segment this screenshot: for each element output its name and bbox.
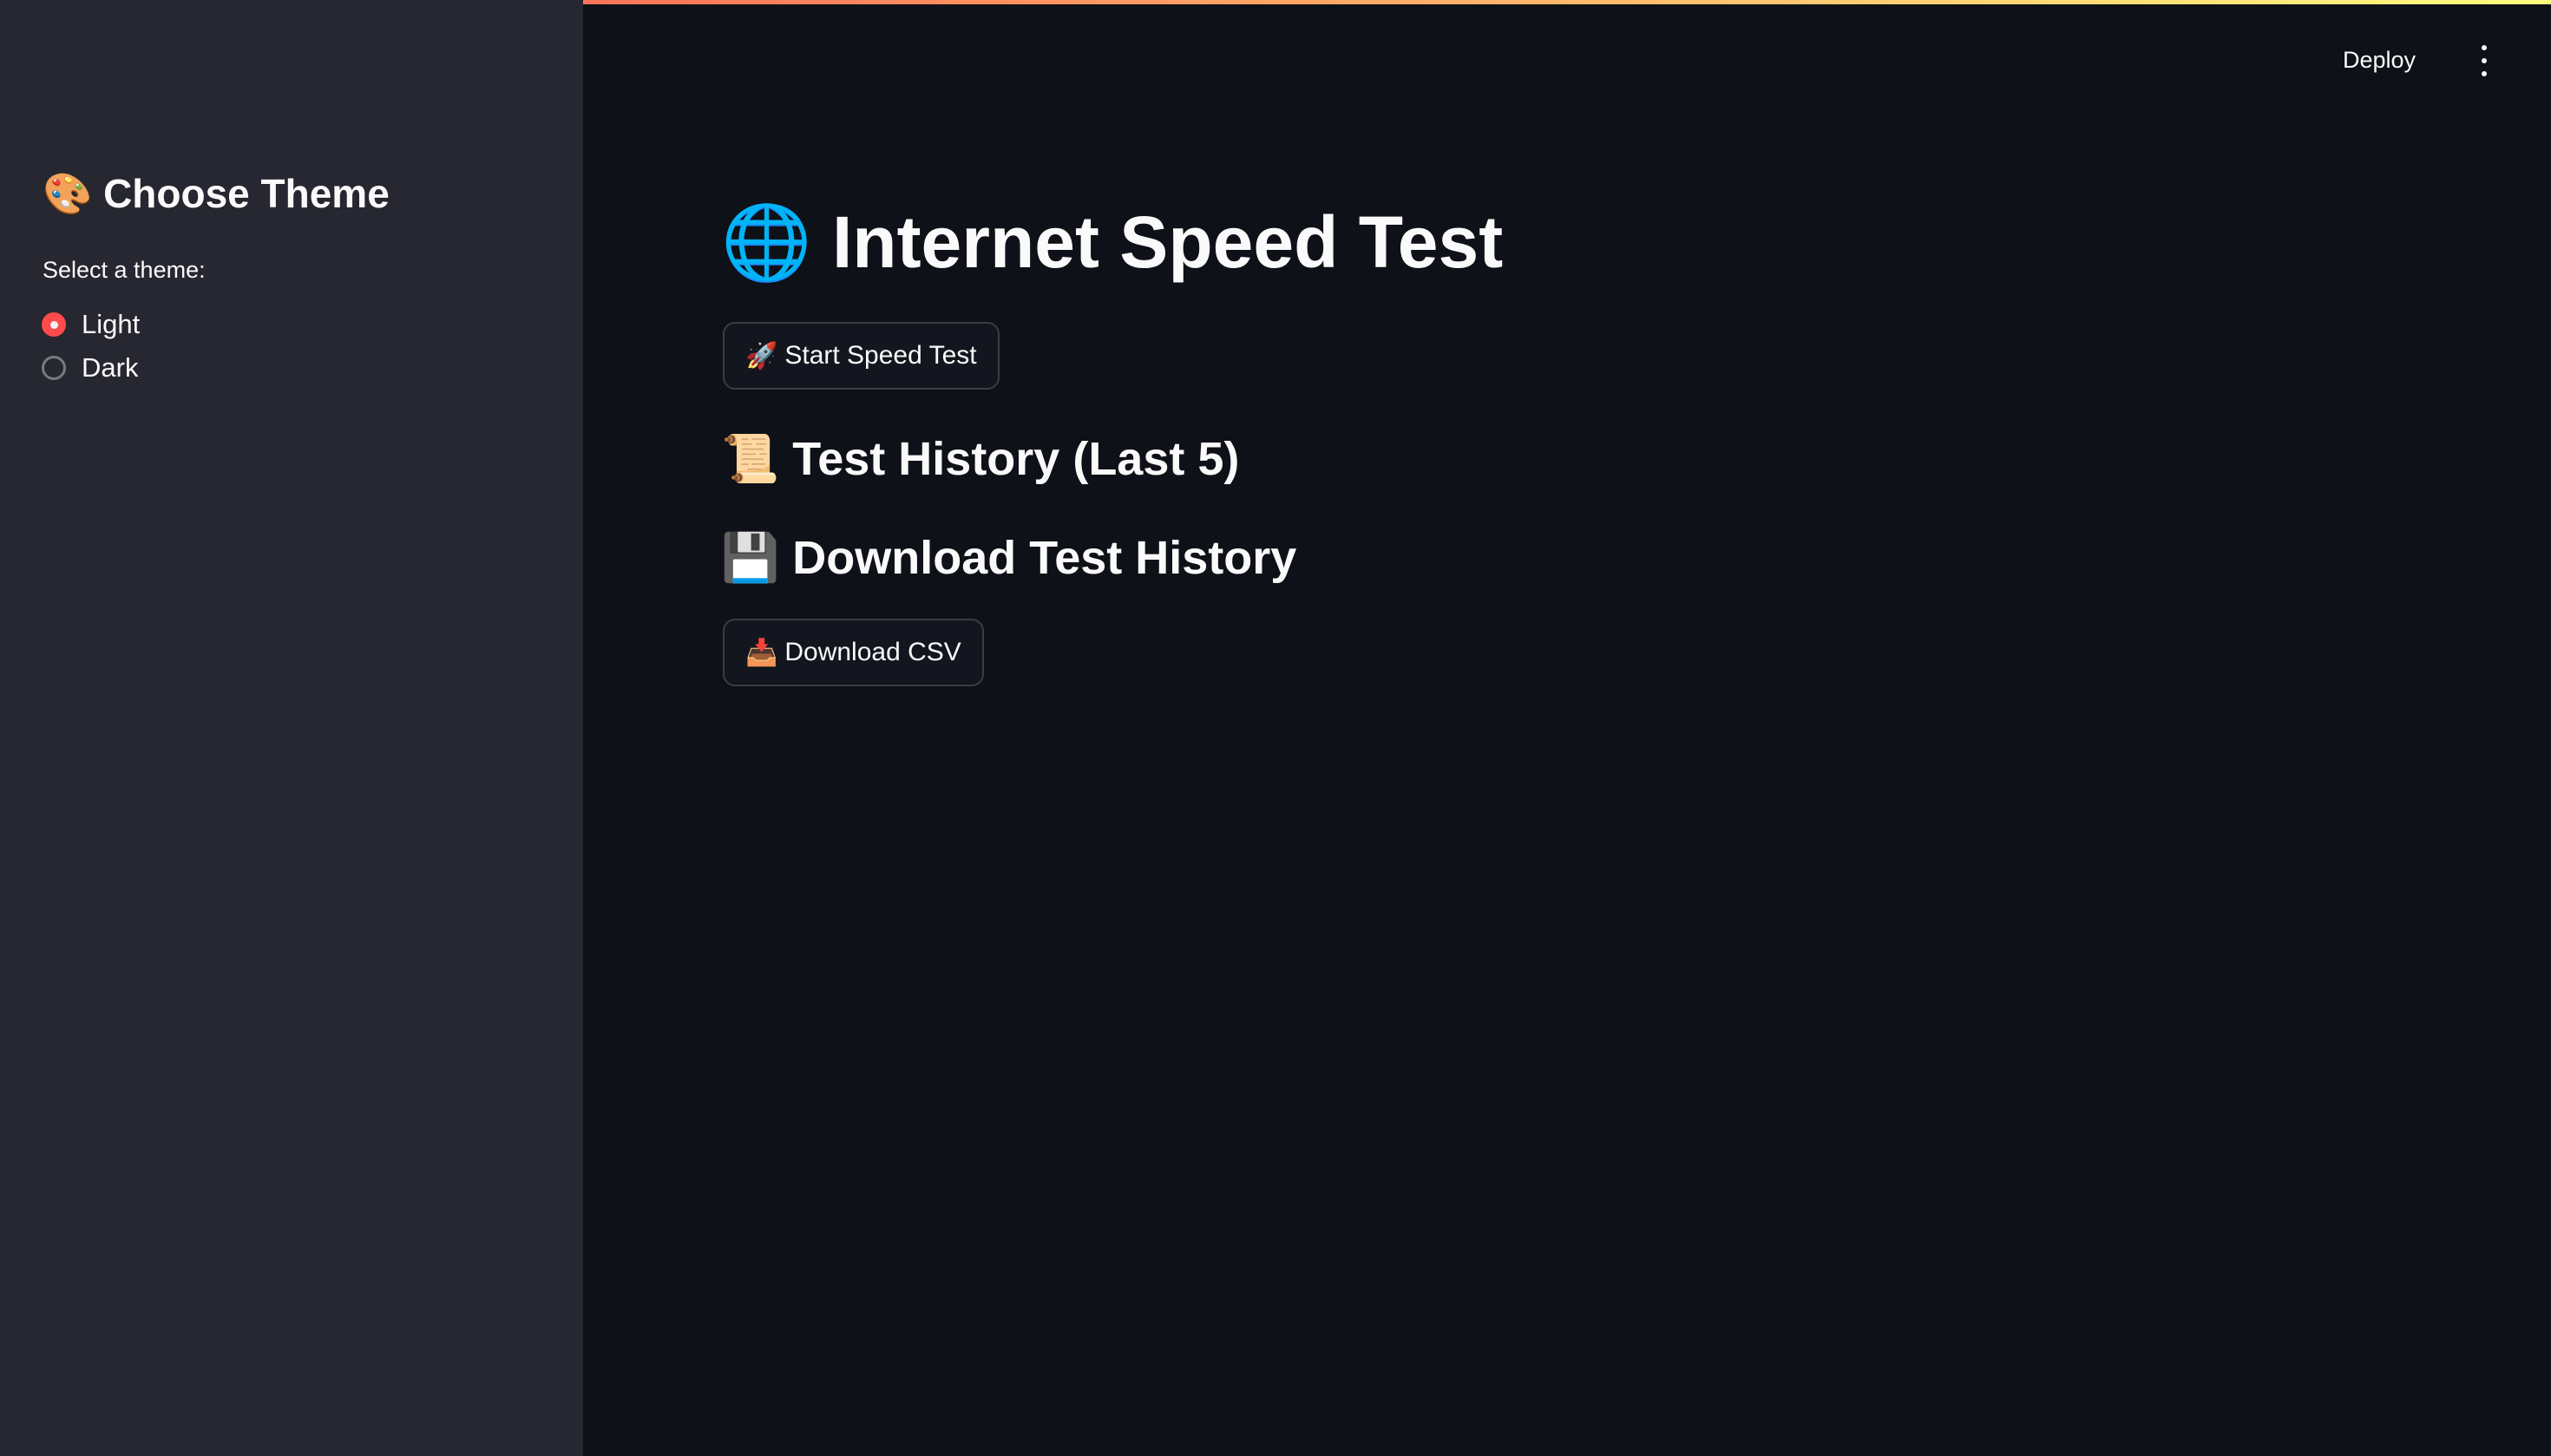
sidebar-title: 🎨 Choose Theme bbox=[43, 170, 390, 218]
test-history-heading: 📜 Test History (Last 5) bbox=[721, 432, 1239, 487]
inbox-tray-icon: 📥 bbox=[745, 638, 778, 667]
sidebar-title-text: Choose Theme bbox=[103, 171, 390, 216]
button-label: Start Speed Test bbox=[784, 341, 977, 370]
rocket-icon: 🚀 bbox=[745, 341, 778, 371]
radio-selected-icon[interactable] bbox=[42, 312, 66, 337]
button-label: Download CSV bbox=[784, 638, 961, 666]
palette-icon: 🎨 bbox=[43, 171, 93, 216]
globe-icon: 🌐 bbox=[721, 201, 812, 283]
radio-label: Dark bbox=[82, 352, 139, 383]
heading-text: Test History (Last 5) bbox=[792, 433, 1240, 485]
download-history-heading: 💾 Download Test History bbox=[721, 531, 1296, 586]
page-title-text: Internet Speed Test bbox=[831, 201, 1504, 283]
download-csv-button[interactable]: 📥 Download CSV bbox=[723, 619, 984, 686]
radio-label: Light bbox=[82, 309, 141, 339]
page-title: 🌐 Internet Speed Test bbox=[721, 200, 1503, 285]
floppy-disk-icon: 💾 bbox=[721, 532, 780, 584]
radio-option-dark[interactable]: Dark bbox=[42, 352, 138, 384]
scroll-icon: 📜 bbox=[721, 433, 780, 485]
heading-text: Download Test History bbox=[792, 532, 1297, 584]
start-speed-test-button[interactable]: 🚀 Start Speed Test bbox=[723, 322, 1000, 390]
vertical-dots-icon[interactable] bbox=[2473, 45, 2495, 76]
theme-radio-label: Select a theme: bbox=[43, 257, 206, 283]
radio-option-light[interactable]: Light bbox=[42, 309, 140, 340]
radio-unselected-icon[interactable] bbox=[42, 356, 66, 380]
deploy-button[interactable]: Deploy bbox=[2343, 47, 2416, 74]
sidebar: 🎨 Choose Theme Select a theme: Light Dar… bbox=[0, 0, 583, 1456]
